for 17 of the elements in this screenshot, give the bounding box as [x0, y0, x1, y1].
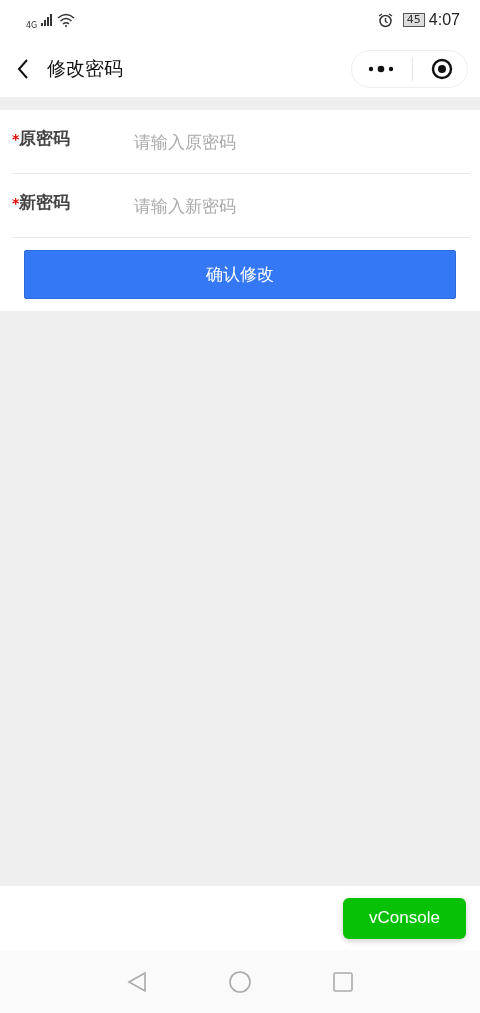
- page-title: 修改密码: [47, 55, 124, 81]
- wifi-icon: [57, 13, 76, 27]
- password-field[interactable]: 请输入新密码: [132, 186, 470, 225]
- field-label: 原密码: [19, 128, 71, 148]
- alarm-icon: [377, 12, 393, 28]
- password-field[interactable]: 请输入原密码: [132, 122, 470, 161]
- more-icon[interactable]: [368, 64, 394, 73]
- field-label: 新密码: [19, 192, 71, 212]
- confirm-button[interactable]: 确认修改: [24, 250, 456, 299]
- clock-time: 4:07: [428, 11, 460, 29]
- required-mark: *: [12, 131, 20, 147]
- vconsole-button[interactable]: vConsole: [343, 897, 466, 939]
- network-type: 4G: [26, 20, 38, 30]
- battery-indicator: 45: [402, 13, 425, 27]
- signal-icon: [41, 14, 54, 26]
- back-icon[interactable]: [17, 58, 29, 79]
- required-mark: *: [12, 195, 20, 211]
